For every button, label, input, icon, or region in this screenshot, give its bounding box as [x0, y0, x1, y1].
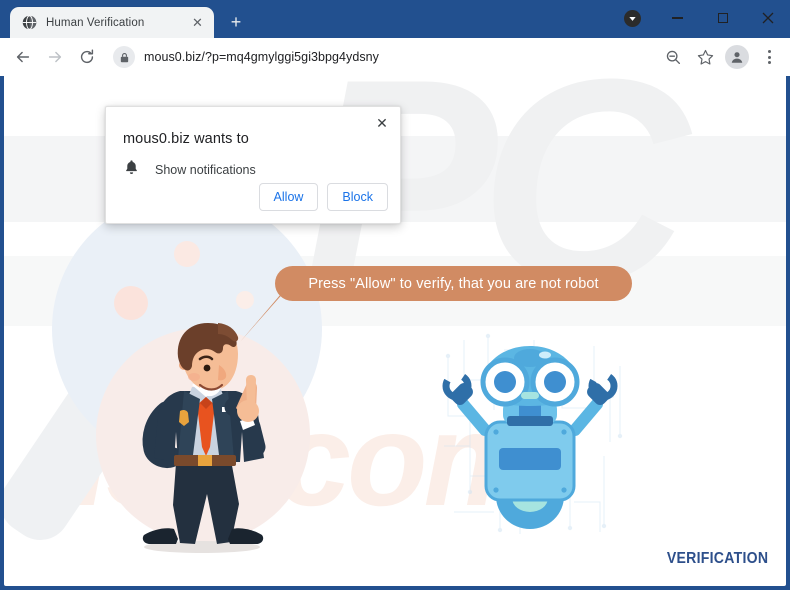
browser-window: Human Verification ✕ + mous0.biz/?p=mq4g… [0, 0, 790, 590]
businessman-pointing-illustration [142, 323, 266, 553]
permission-label: Show notifications [155, 162, 256, 177]
reload-button[interactable] [72, 42, 102, 72]
allow-button[interactable]: Allow [258, 183, 319, 211]
speech-bubble-text: Press "Allow" to verify, that you are no… [308, 275, 599, 292]
notification-permission-dialog: ✕ mous0.biz wants to Show notifications … [105, 106, 401, 224]
dialog-title: mous0.biz wants to [123, 131, 249, 147]
decor-dot [174, 241, 200, 267]
browser-tab-human-verification[interactable]: Human Verification ✕ [10, 7, 214, 38]
address-bar[interactable]: mous0.biz/?p=mq4gmylggi5gi3bpg4ydsny [110, 44, 651, 70]
star-icon[interactable] [690, 42, 720, 72]
verification-footer-label: VERIFICATION [666, 550, 768, 567]
dialog-close-button[interactable]: ✕ [372, 113, 392, 133]
blue-robot-illustration [442, 346, 618, 529]
tab-close-button[interactable]: ✕ [189, 14, 206, 31]
close-window-button[interactable] [745, 0, 790, 36]
permission-row: Show notifications [124, 159, 256, 180]
minimize-button[interactable] [655, 0, 700, 36]
back-button[interactable] [8, 42, 38, 72]
tab-title: Human Verification [46, 16, 145, 29]
window-controls [610, 0, 790, 36]
bell-icon [124, 159, 139, 180]
page-viewport: PC risk.com [4, 76, 786, 586]
dialog-actions: Allow Block [258, 183, 388, 211]
block-button[interactable]: Block [327, 183, 388, 211]
browser-toolbar: mous0.biz/?p=mq4gmylggi5gi3bpg4ydsny [0, 38, 790, 76]
tab-strip: Human Verification ✕ + [0, 0, 790, 38]
new-tab-button[interactable]: + [222, 8, 250, 36]
lock-icon[interactable] [113, 46, 135, 68]
globe-icon [22, 15, 37, 30]
avatar-icon[interactable] [722, 42, 752, 72]
zoom-out-icon[interactable] [658, 42, 688, 72]
chevron-down-badge-icon[interactable] [610, 0, 655, 36]
kebab-menu-icon[interactable] [754, 42, 784, 72]
forward-button[interactable] [40, 42, 70, 72]
speech-bubble: Press "Allow" to verify, that you are no… [275, 266, 632, 301]
url-text: mous0.biz/?p=mq4gmylggi5gi3bpg4ydsny [144, 50, 379, 64]
maximize-button[interactable] [700, 0, 745, 36]
decor-dot [114, 286, 148, 320]
